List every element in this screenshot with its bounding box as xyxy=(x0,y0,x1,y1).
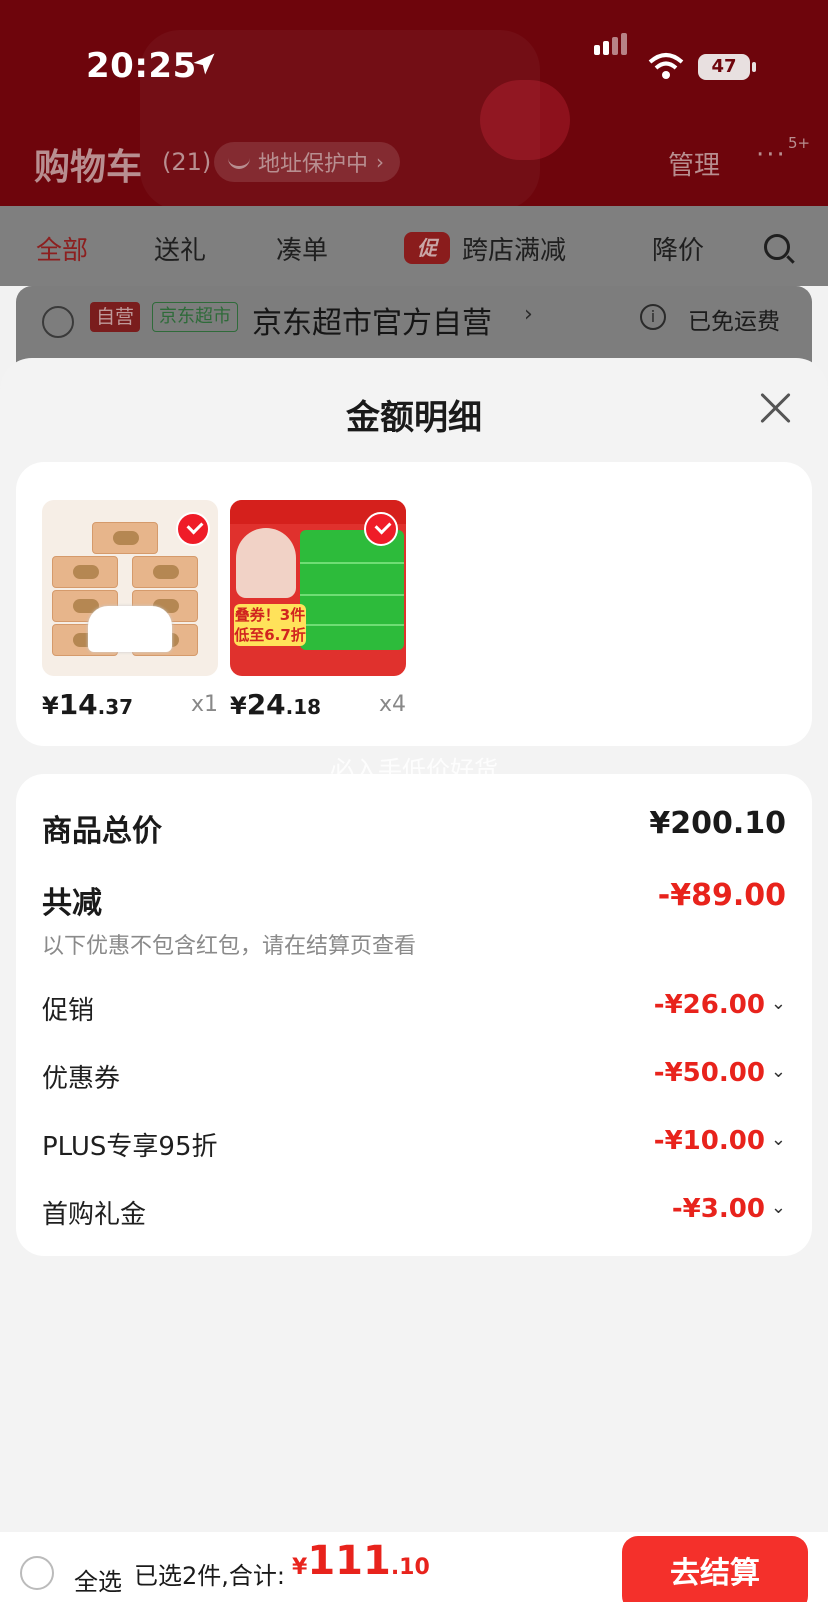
chevron-down-icon[interactable]: ⌄ xyxy=(771,1197,786,1218)
select-all-label[interactable]: 全选 xyxy=(74,1562,122,1597)
selected-goods-card: ¥14.37 x1 叠券！3件 低至6.7折 ¥24.18 x4 xyxy=(16,462,812,746)
image-promo-text: 叠券！3件 低至6.7折 xyxy=(234,604,306,646)
chevron-right-icon: › xyxy=(524,302,533,327)
chevron-down-icon[interactable]: ⌄ xyxy=(771,1061,786,1082)
info-icon[interactable]: i xyxy=(640,304,666,330)
smile-icon xyxy=(228,155,250,169)
location-arrow-icon xyxy=(193,53,215,75)
manage-button[interactable]: 管理 xyxy=(668,145,720,182)
address-protect-pill[interactable]: 地址保护中 › xyxy=(214,142,401,182)
product-price: ¥14.37 xyxy=(42,688,134,721)
chevron-down-icon[interactable]: ⌄ xyxy=(771,1129,786,1150)
cart-count: (21) xyxy=(162,148,212,176)
product-image xyxy=(42,500,218,676)
discount-label: 优惠券 xyxy=(42,1064,121,1094)
more-badge: 5+ xyxy=(788,134,811,152)
discount-label: 促销 xyxy=(42,996,95,1026)
reduce-value: -¥89.00 xyxy=(657,878,786,913)
battery-indicator: 47 xyxy=(698,54,756,80)
discount-value: -¥26.00 xyxy=(653,990,765,1020)
heart-decoration xyxy=(480,80,570,160)
chevron-down-icon[interactable]: ⌄ xyxy=(771,993,786,1014)
cart-header: 20:25 47 购物车 (21) 地址保护中 › 管理 ··· 5+ xyxy=(0,0,828,206)
status-time: 20:25 xyxy=(86,46,197,86)
close-icon[interactable] xyxy=(756,388,796,428)
checkout-button[interactable]: 去结算 xyxy=(622,1536,808,1602)
more-menu-icon[interactable]: ··· xyxy=(756,140,787,170)
price-detail-card: 商品总价 ¥200.10 共减 -¥89.00 以下优惠不包含红包，请在结算页查… xyxy=(16,774,812,1256)
discount-value-wrap: -¥3.00 ⌄ xyxy=(672,1194,786,1224)
promo-tag-icon: 促 xyxy=(404,232,450,264)
selected-summary: 已选2件,合计: xyxy=(134,1562,285,1590)
discount-note: 以下优惠不包含红包，请在结算页查看 xyxy=(42,934,417,959)
discount-value: -¥3.00 xyxy=(671,1194,765,1224)
discount-value-wrap: -¥26.00 ⌄ xyxy=(654,990,786,1020)
address-protect-label: 地址保护中 xyxy=(258,152,369,177)
store-select-radio[interactable] xyxy=(42,306,74,338)
tab-price-drop[interactable]: 降价 xyxy=(652,230,704,267)
tab-bundle[interactable]: 凑单 xyxy=(276,230,328,267)
amount-detail-sheet: 金额明细 ¥14.37 x1 叠券！3件 低至6.7折 ¥24.18 x4 必入… xyxy=(0,358,828,1602)
product-item[interactable]: ¥14.37 x1 xyxy=(42,500,218,724)
store-name[interactable]: 京东超市官方自营 xyxy=(252,298,492,342)
discount-value-wrap: -¥50.00 ⌄ xyxy=(654,1058,786,1088)
filter-tabs: 全部 送礼 凑单 促 跨店满减 降价 xyxy=(0,206,828,286)
jd-supermarket-tag: 京东超市 xyxy=(152,302,238,332)
tab-gift[interactable]: 送礼 xyxy=(154,230,206,267)
search-icon[interactable] xyxy=(764,234,790,260)
sheet-title: 金额明细 xyxy=(346,398,482,438)
product-image: 叠券！3件 低至6.7折 xyxy=(230,500,406,676)
tab-cross-store[interactable]: 跨店满减 xyxy=(462,230,566,267)
shipping-status: 已免运费 xyxy=(688,309,780,335)
total-label: 商品总价 xyxy=(42,814,162,849)
tab-all[interactable]: 全部 xyxy=(36,230,88,267)
checked-icon[interactable] xyxy=(364,512,398,546)
discount-label: PLUS专享95折 xyxy=(42,1132,218,1162)
checkout-bar: 全选 已选2件,合计: ¥111.10 去结算 xyxy=(0,1532,828,1602)
self-operated-tag: 自营 xyxy=(90,302,141,332)
discount-value-wrap: -¥10.00 ⌄ xyxy=(654,1126,786,1156)
wifi-icon xyxy=(648,53,684,79)
select-all-radio[interactable] xyxy=(20,1556,54,1590)
product-quantity: x1 xyxy=(190,692,218,717)
discount-label: 首购礼金 xyxy=(42,1200,147,1230)
discount-value: -¥50.00 xyxy=(653,1058,765,1088)
product-item[interactable]: 叠券！3件 低至6.7折 ¥24.18 x4 xyxy=(230,500,406,724)
total-value: ¥200.10 xyxy=(649,806,786,841)
checked-icon[interactable] xyxy=(176,512,210,546)
discount-value: -¥10.00 xyxy=(653,1126,765,1156)
product-price: ¥24.18 xyxy=(230,688,322,721)
chevron-right-icon: › xyxy=(376,150,385,174)
page-title: 购物车 xyxy=(34,147,143,188)
reduce-label: 共减 xyxy=(42,886,102,921)
product-quantity: x4 xyxy=(378,692,406,717)
total-price: ¥111.10 xyxy=(292,1538,430,1584)
